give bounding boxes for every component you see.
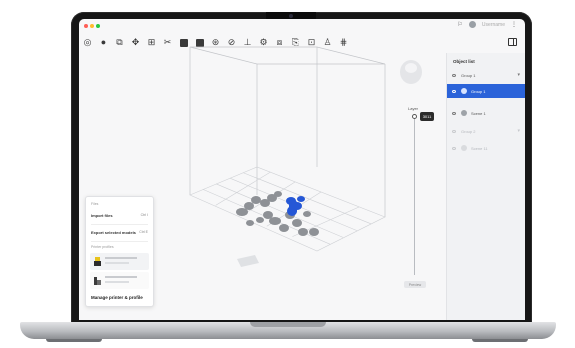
eye-icon[interactable] bbox=[452, 129, 456, 133]
model-thumbnail-icon bbox=[461, 145, 467, 151]
object-label: Group 2 bbox=[461, 128, 476, 134]
layer-preview-button[interactable]: Preview bbox=[404, 281, 426, 288]
build-volume bbox=[189, 46, 386, 217]
profile-sub-placeholder bbox=[105, 281, 129, 283]
printer-icon bbox=[94, 257, 101, 266]
object-label: Group 1 bbox=[461, 72, 476, 78]
printer-icon bbox=[94, 277, 101, 285]
model-thumbnail-icon bbox=[461, 88, 467, 94]
object-label: Scene 1 bbox=[471, 110, 486, 116]
layer-label: Layer bbox=[408, 106, 419, 111]
selected-model[interactable] bbox=[286, 196, 305, 216]
laptop-lid-opening bbox=[250, 322, 326, 327]
object-list-item[interactable]: Group 2 ▾ bbox=[447, 124, 525, 138]
chevron-down-icon[interactable]: ▾ bbox=[517, 72, 520, 78]
object-label: Scene 11 bbox=[471, 145, 488, 151]
layer-slider-handle[interactable] bbox=[412, 114, 417, 119]
manage-printer-button[interactable]: Manage printer & profile bbox=[91, 295, 143, 300]
printer-profile-card[interactable] bbox=[90, 272, 149, 289]
layer-value-badge: 3011 bbox=[420, 112, 434, 121]
eye-icon[interactable] bbox=[452, 146, 456, 150]
object-label: Group 1 bbox=[471, 88, 486, 94]
laptop-foot-left bbox=[46, 339, 102, 342]
chevron-down-icon[interactable]: ▾ bbox=[517, 128, 520, 134]
import-shortcut: Ctrl I bbox=[140, 213, 148, 217]
popover-heading: Files bbox=[91, 202, 99, 206]
printer-profile-card[interactable] bbox=[90, 253, 149, 270]
profile-name-placeholder bbox=[105, 276, 137, 278]
layer-slider-track[interactable] bbox=[414, 115, 415, 275]
profile-name-placeholder bbox=[105, 257, 137, 259]
object-list-item[interactable]: Scene 1 bbox=[447, 106, 525, 120]
export-models-item[interactable]: Export selected models bbox=[91, 230, 136, 235]
plate-shadow bbox=[237, 255, 259, 267]
object-list-title: Object list bbox=[453, 59, 475, 64]
eye-icon[interactable] bbox=[452, 89, 456, 93]
model-preview-thumbnail bbox=[400, 60, 422, 84]
object-list-item-selected[interactable]: Group 1 bbox=[447, 84, 525, 98]
profile-sub-placeholder bbox=[105, 262, 129, 264]
laptop-foot-right bbox=[472, 339, 528, 342]
popover-divider bbox=[91, 241, 148, 242]
files-popover: Files Import files Ctrl I Export selecte… bbox=[85, 196, 154, 307]
object-list-item[interactable]: Group 1 ▾ bbox=[447, 68, 525, 82]
model-thumbnail-icon bbox=[461, 110, 467, 116]
object-list-panel: Object list Group 1 ▾ Group 1 Scene 1 Gr… bbox=[446, 53, 525, 320]
app-screen: ⚐ Username ⋮ ◎ ● ⧉ ✥ ⊞ ✂ ⊛ ⊘ ⊥ ⚙ ⧈ ⎘ ⊡ ♙… bbox=[79, 19, 525, 320]
eye-icon[interactable] bbox=[452, 111, 456, 115]
export-shortcut: Ctrl E bbox=[139, 230, 148, 234]
printer-profiles-label: Printer profiles bbox=[91, 245, 114, 249]
camera-icon bbox=[289, 14, 293, 18]
popover-divider bbox=[91, 224, 148, 225]
eye-icon[interactable] bbox=[452, 73, 456, 77]
object-list-item[interactable]: Scene 11 bbox=[447, 141, 525, 155]
import-files-item[interactable]: Import files bbox=[91, 213, 113, 218]
